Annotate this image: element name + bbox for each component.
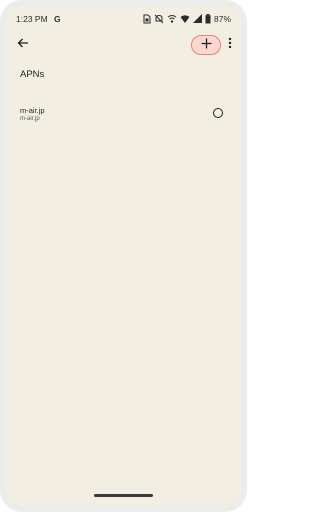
more-vert-icon: [228, 36, 232, 54]
google-g-icon: G: [54, 14, 61, 24]
wifi-call-icon: [167, 14, 177, 24]
sim-card-icon: [143, 14, 151, 24]
signal-icon: [192, 13, 202, 24]
status-bar: 1:23 PM G 87%: [6, 6, 241, 32]
battery-percent: 87%: [213, 13, 231, 24]
apn-name: m-air.jp: [20, 106, 45, 115]
wifi-icon: [180, 14, 190, 24]
page-title: APNs: [20, 69, 45, 80]
screen: 1:23 PM G 87% APNs m-air.jp m-air.jp: [6, 6, 241, 506]
add-apn-button[interactable]: [191, 35, 221, 55]
apn-radio-button[interactable]: [213, 108, 223, 118]
status-icons: 87%: [143, 13, 231, 24]
mute-icon: [154, 14, 164, 24]
device-frame: 1:23 PM G 87% APNs m-air.jp m-air.jp: [0, 0, 247, 512]
more-options-button[interactable]: [224, 36, 236, 54]
apn-value: m-air.jp: [20, 116, 40, 122]
battery-icon: [205, 13, 211, 24]
plus-icon: [201, 36, 212, 54]
back-button[interactable]: [14, 36, 32, 54]
status-time: 1:23 PM: [16, 14, 48, 24]
apn-list-item[interactable]: m-air.jp m-air.jp: [6, 104, 241, 130]
gesture-nav-handle[interactable]: [94, 494, 153, 497]
arrow-left-icon: [17, 36, 29, 54]
